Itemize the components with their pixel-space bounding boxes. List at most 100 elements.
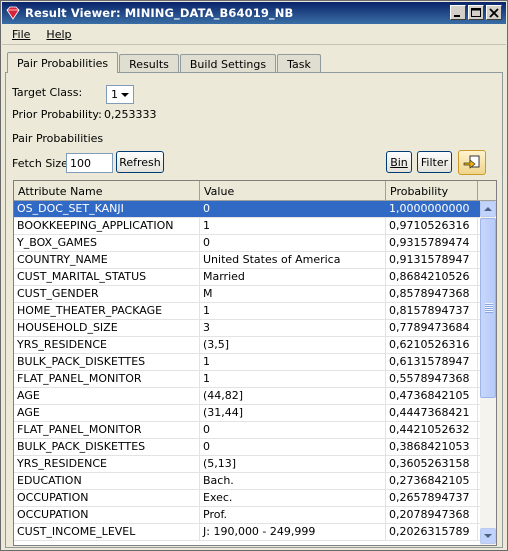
cell-attribute: BULK_PACK_DISKETTES: [14, 439, 200, 455]
table-row[interactable]: CUST_INCOME_LEVEL J: 190,000 - 249,999 0,2…: [14, 524, 480, 541]
fetch-size-label: Fetch Size:: [12, 157, 72, 170]
cell-attribute: CUST_INCOME_LEVEL: [14, 524, 200, 540]
table-row[interactable]: FLAT_PANEL_MONITOR 0 0,4421052632: [14, 422, 480, 439]
table-row[interactable]: COUNTRY_NAME United States of America 0,91…: [14, 252, 480, 269]
menu-help[interactable]: Help: [36, 28, 77, 41]
table-header: Attribute Name Value Probability: [14, 181, 480, 201]
chevron-down-icon: [121, 93, 129, 97]
cell-attribute: YRS_RESIDENCE: [14, 337, 200, 353]
cell-value: Prof.: [200, 507, 386, 523]
tab-pair-probabilities[interactable]: Pair Probabilities: [7, 52, 119, 73]
cell-value: 1: [200, 218, 386, 234]
cell-probability: 0,3868421053: [386, 439, 478, 455]
cell-value: 1: [200, 371, 386, 387]
pair-probabilities-table[interactable]: Attribute Name Value Probability OS_DOC_…: [13, 180, 497, 546]
table-row[interactable]: EDUCATION Bach. 0,2736842105: [14, 473, 480, 490]
cell-value: J: 190,000 - 249,999: [200, 524, 386, 540]
export-button[interactable]: [458, 150, 486, 175]
cell-probability: 0,2657894737: [386, 490, 478, 506]
table-row[interactable]: BOOKKEEPING_APPLICATION 1 0,9710526316: [14, 218, 480, 235]
maximize-icon: [471, 8, 481, 17]
cell-attribute: OCCUPATION: [14, 507, 200, 523]
scroll-down-button[interactable]: [480, 528, 496, 544]
table-row[interactable]: OCCUPATION Prof. 0,2078947368: [14, 507, 480, 524]
column-header-value[interactable]: Value: [200, 181, 386, 201]
menu-file[interactable]: File: [2, 28, 36, 41]
target-class-label: Target Class:: [12, 86, 83, 99]
cell-attribute: CUST_GENDER: [14, 286, 200, 302]
table-row[interactable]: CUST_GENDER M 0,8578947368: [14, 286, 480, 303]
target-class-value: 1: [111, 88, 118, 101]
scroll-thumb[interactable]: [480, 218, 496, 398]
cell-value: 0: [200, 235, 386, 251]
target-class-select[interactable]: 1: [106, 85, 134, 104]
fetch-size-input[interactable]: 100: [66, 153, 113, 173]
cell-value: Bach.: [200, 473, 386, 489]
minimize-button[interactable]: [450, 5, 466, 20]
tab-task[interactable]: Task: [277, 54, 321, 73]
filter-button[interactable]: Filter: [417, 151, 452, 173]
table-row[interactable]: AGE (31,44] 0,4447368421: [14, 405, 480, 422]
cell-attribute: OS_DOC_SET_KANJI: [14, 201, 200, 217]
close-button[interactable]: [486, 5, 502, 20]
cell-attribute: AGE: [14, 405, 200, 421]
grip-icon: [485, 303, 493, 313]
cell-probability: 0,9710526316: [386, 218, 478, 234]
cell-attribute: CUST_MARITAL_STATUS: [14, 269, 200, 285]
pair-probabilities-panel: Target Class: 1 Prior Probability: 0,253…: [5, 72, 503, 548]
menu-bar: File Help: [2, 25, 506, 45]
cell-attribute: EDUCATION: [14, 473, 200, 489]
table-row[interactable]: Y_BOX_GAMES 0 0,9315789474: [14, 235, 480, 252]
table-row[interactable]: HOME_THEATER_PACKAGE 1 0,8157894737: [14, 303, 480, 320]
column-header-attribute[interactable]: Attribute Name: [14, 181, 200, 201]
cell-attribute: FLAT_PANEL_MONITOR: [14, 422, 200, 438]
tab-build-settings[interactable]: Build Settings: [179, 54, 277, 73]
cell-attribute: Y_BOX_GAMES: [14, 235, 200, 251]
cell-probability: 0,5578947368: [386, 371, 478, 387]
cell-probability: 0,6131578947: [386, 354, 478, 370]
tab-results[interactable]: Results: [119, 54, 179, 73]
refresh-button[interactable]: Refresh: [116, 151, 164, 173]
cell-value: Married: [200, 269, 386, 285]
prior-probability-label: Prior Probability:: [12, 108, 102, 121]
cell-attribute: HOUSEHOLD_SIZE: [14, 320, 200, 336]
cell-value: (3,5]: [200, 337, 386, 353]
cell-probability: 0,9131578947: [386, 252, 478, 268]
header-corner: [480, 181, 496, 201]
scroll-up-button[interactable]: [480, 201, 496, 217]
column-header-probability[interactable]: Probability: [386, 181, 478, 201]
vertical-scrollbar[interactable]: [480, 201, 496, 545]
bin-button[interactable]: Bin: [386, 151, 412, 173]
table-row[interactable]: OS_DOC_SET_KANJI 0 1,0000000000: [14, 201, 480, 218]
cell-probability: 0,8157894737: [386, 303, 478, 319]
cell-probability: 0,2078947368: [386, 507, 478, 523]
cell-value: Exec.: [200, 490, 386, 506]
table-row[interactable]: BULK_PACK_DISKETTES 1 0,6131578947: [14, 354, 480, 371]
cell-attribute: AGE: [14, 388, 200, 404]
section-title: Pair Probabilities: [12, 132, 104, 145]
table-row[interactable]: YRS_RESIDENCE (3,5] 0,6210526316: [14, 337, 480, 354]
cell-probability: 0,8578947368: [386, 286, 478, 302]
export-arrow-icon: [463, 155, 480, 169]
table-row[interactable]: AGE (44,82] 0,4736842105: [14, 388, 480, 405]
arrow-down-icon: [484, 534, 492, 538]
table-row[interactable]: OCCUPATION Exec. 0,2657894737: [14, 490, 480, 507]
table-row[interactable]: HOUSEHOLD_SIZE 3 0,7789473684: [14, 320, 480, 337]
tab-strip: Pair Probabilities Results Build Setting…: [7, 52, 322, 73]
cell-probability: 1,0000000000: [386, 201, 478, 217]
cell-probability: 0,4447368421: [386, 405, 478, 421]
title-bar[interactable]: Result Viewer: MINING_DATA_B64019_NB: [2, 2, 506, 24]
maximize-button[interactable]: [468, 5, 484, 20]
arrow-up-icon: [484, 207, 492, 211]
diamond-app-icon: [6, 6, 20, 20]
cell-value: M: [200, 286, 386, 302]
table-row[interactable]: YRS_RESIDENCE (5,13] 0,3605263158: [14, 456, 480, 473]
minimize-icon: [454, 15, 460, 17]
table-row[interactable]: FLAT_PANEL_MONITOR 1 0,5578947368: [14, 371, 480, 388]
cell-value: 1: [200, 303, 386, 319]
cell-value: (5,13]: [200, 456, 386, 472]
cell-attribute: BOOKKEEPING_APPLICATION: [14, 218, 200, 234]
cell-attribute: YRS_RESIDENCE: [14, 456, 200, 472]
table-row[interactable]: CUST_MARITAL_STATUS Married 0,8684210526: [14, 269, 480, 286]
table-row[interactable]: BULK_PACK_DISKETTES 0 0,3868421053: [14, 439, 480, 456]
